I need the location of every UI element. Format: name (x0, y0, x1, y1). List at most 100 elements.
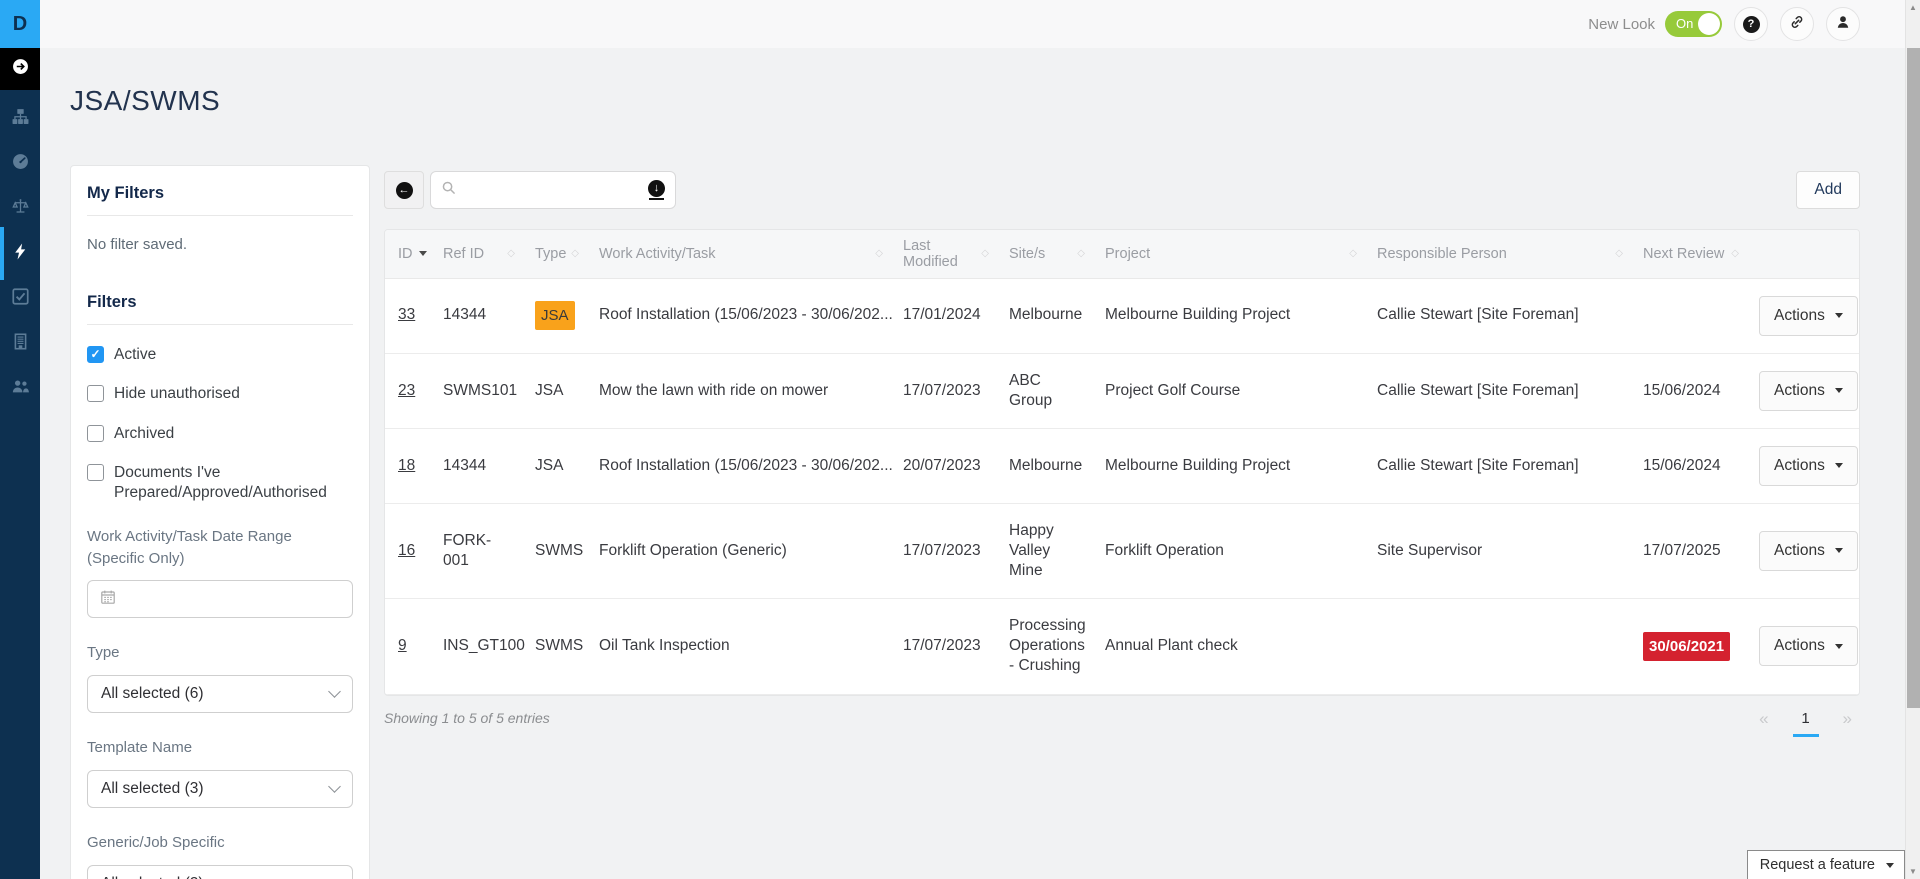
documents-table: ID Ref ID ◇ Type ◇ Work Activity/Task ◇ Las… (385, 230, 1859, 695)
search-input[interactable] (464, 180, 640, 200)
sort-icon: ◇ (571, 248, 579, 260)
column-header-id[interactable]: ID (385, 230, 433, 279)
row-project: Annual Plant check (1095, 598, 1367, 695)
checkbox-hide-unauthorised[interactable]: Hide unauthorised (87, 384, 353, 403)
column-header-project[interactable]: Project ◇ (1095, 230, 1367, 279)
checkbox-archived[interactable]: Archived (87, 424, 353, 443)
sort-icon: ◇ (981, 248, 989, 260)
profile-button[interactable] (1826, 7, 1860, 41)
sidebar-item-dashboard[interactable] (0, 141, 40, 186)
row-ref-id: INS_GT100 (433, 598, 525, 695)
logo-letter: D (12, 12, 28, 35)
overdue-date-badge: 30/06/2021 (1643, 631, 1731, 662)
checkbox-label: Active (114, 346, 157, 363)
page-title: JSA/SWMS (70, 85, 221, 116)
sort-icon: ◇ (875, 248, 883, 260)
date-range-input[interactable] (87, 580, 353, 619)
sidebar-item-orgchart[interactable] (0, 96, 40, 141)
checkbox-active[interactable]: Active (87, 345, 353, 364)
row-last-modified: 17/01/2024 (893, 278, 999, 354)
table-header-row: ID Ref ID ◇ Type ◇ Work Activity/Task ◇ Las… (385, 230, 1859, 279)
entries-summary: Showing 1 to 5 of 5 entries (384, 709, 550, 726)
generic-job-specific-select[interactable]: All selected (2) (87, 864, 353, 879)
my-filters-title: My Filters (87, 184, 353, 216)
active-page-indicator (1792, 733, 1819, 737)
table-footer: Showing 1 to 5 of 5 entries « 1 » (384, 710, 1860, 737)
link-button[interactable] (1780, 7, 1814, 41)
column-header-type[interactable]: Type ◇ (525, 230, 589, 279)
sidebar-item-launch[interactable] (0, 48, 40, 90)
row-project: Melbourne Building Project (1095, 428, 1367, 504)
sort-desc-icon (418, 251, 427, 257)
actions-button[interactable]: Actions (1759, 445, 1858, 486)
lightning-icon (12, 243, 29, 265)
sidebar-item-compliance[interactable] (0, 186, 40, 231)
pagination-prev-icon[interactable]: « (1759, 710, 1768, 727)
page-scrollbar[interactable]: ▲ ▼ (1905, 0, 1920, 879)
request-feature-button[interactable]: Request a feature (1746, 850, 1905, 879)
add-button[interactable]: Add (1796, 171, 1860, 209)
sidebar-item-company[interactable] (0, 321, 40, 366)
caret-down-icon (1834, 388, 1843, 394)
row-project: Melbourne Building Project (1095, 278, 1367, 354)
collapse-filters-button[interactable]: ← (384, 171, 424, 209)
table-row: 23 SWMS101 JSA Mow the lawn with ride on… (385, 353, 1859, 429)
pagination-page-1[interactable]: 1 (1792, 710, 1819, 737)
column-header-last-modified[interactable]: Last Modified ◇ (893, 230, 999, 279)
column-header-responsible[interactable]: Responsible Person ◇ (1367, 230, 1633, 279)
checkbox-box[interactable] (87, 346, 104, 363)
checkbox-box[interactable] (87, 385, 104, 403)
actions-button[interactable]: Actions (1759, 530, 1858, 571)
row-task: Forklift Operation (Generic) (589, 503, 893, 600)
column-header-next-review[interactable]: Next Review ◇ (1633, 230, 1749, 279)
date-range-label: Work Activity/Task Date Range (Specific … (87, 527, 292, 567)
new-look-toggle[interactable]: On (1665, 11, 1722, 37)
gauge-icon (12, 153, 29, 175)
pagination-next-icon[interactable]: » (1843, 710, 1852, 727)
row-site: Processing Operations - Crushing (999, 598, 1095, 695)
download-icon[interactable]: ↓ (648, 179, 665, 201)
checkbox-box[interactable] (87, 464, 104, 482)
sidebar-item-jsa-swms[interactable] (0, 227, 40, 280)
row-task: Oil Tank Inspection (589, 598, 893, 695)
search-box[interactable]: ↓ (430, 171, 676, 209)
row-id-link[interactable]: 9 (398, 637, 407, 654)
actions-button[interactable]: Actions (1759, 626, 1858, 667)
help-button[interactable]: ? (1734, 7, 1768, 41)
row-id-link[interactable]: 16 (398, 542, 415, 559)
pagination: « 1 » (1759, 710, 1852, 737)
row-type: JSA (525, 428, 589, 504)
table-section: ← ↓ Add ID Ref ID ◇ Type ◇ Work Activity… (384, 165, 1860, 737)
search-icon (441, 180, 456, 200)
actions-button[interactable]: Actions (1759, 295, 1858, 336)
scrollbar-thumb[interactable] (1907, 48, 1920, 708)
sidebar-item-users[interactable] (0, 366, 40, 411)
type-select[interactable]: All selected (6) (87, 675, 353, 714)
column-header-actions (1749, 230, 1859, 279)
row-id-link[interactable]: 18 (398, 457, 415, 474)
row-responsible: Callie Stewart [Site Foreman] (1367, 428, 1633, 504)
building-icon (12, 332, 29, 355)
row-id-link[interactable]: 33 (398, 306, 415, 323)
request-feature-label: Request a feature (1759, 857, 1875, 873)
checkbox-documents-ive[interactable]: Documents I've Prepared/Approved/Authori… (87, 463, 353, 502)
row-id-link[interactable]: 23 (398, 382, 415, 399)
column-header-ref-id[interactable]: Ref ID ◇ (433, 230, 525, 279)
column-header-task[interactable]: Work Activity/Task ◇ (589, 230, 893, 279)
caret-down-icon (1834, 643, 1843, 649)
actions-button[interactable]: Actions (1759, 370, 1858, 411)
row-project: Project Golf Course (1095, 353, 1367, 429)
checkbox-box[interactable] (87, 424, 104, 442)
row-ref-id: 14344 (433, 428, 525, 504)
arrow-circle-left-icon: ← (395, 181, 413, 199)
template-name-select[interactable]: All selected (3) (87, 769, 353, 808)
scrollbar-up-arrow[interactable]: ▲ (1906, 3, 1920, 12)
scrollbar-down-arrow[interactable]: ▼ (1906, 867, 1920, 876)
row-task: Mow the lawn with ride on mower (589, 353, 893, 429)
table-row: 16 FORK-001 SWMS Forklift Operation (Gen… (385, 503, 1859, 600)
row-site: Melbourne (999, 428, 1095, 504)
app-logo[interactable]: D (0, 0, 40, 48)
column-header-sites[interactable]: Site/s ◇ (999, 230, 1095, 279)
sidebar-item-checklists[interactable] (0, 276, 40, 321)
checkbox-label: Hide unauthorised (114, 385, 240, 403)
